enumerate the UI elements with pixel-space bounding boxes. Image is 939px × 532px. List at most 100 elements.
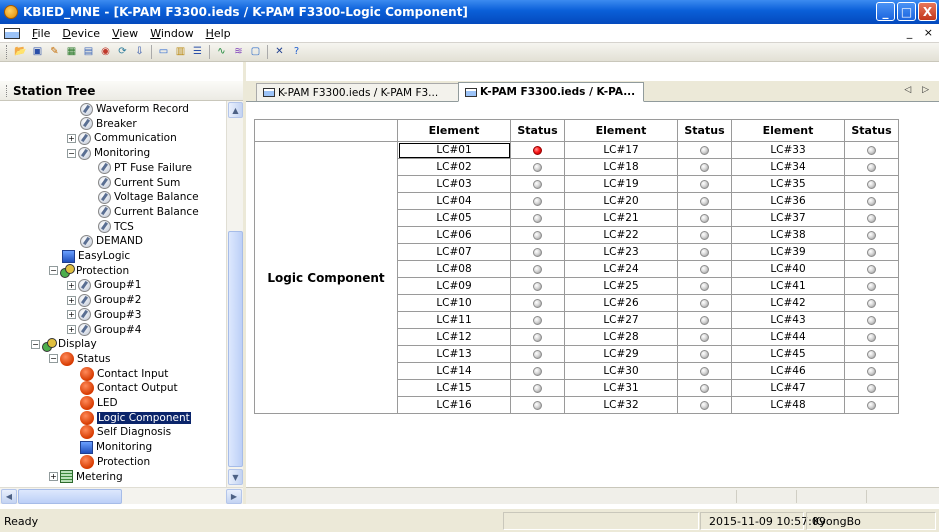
scroll-left-icon[interactable]: ◀ — [1, 489, 17, 504]
element-cell[interactable]: LC#40 — [731, 260, 845, 278]
tree-item[interactable]: Current Sum — [98, 176, 180, 190]
element-cell[interactable]: LC#08 — [397, 260, 511, 278]
tree-item[interactable]: Contact Output — [80, 381, 178, 396]
tree-item[interactable]: Logic Component — [80, 410, 191, 425]
connect-icon[interactable]: ◉ — [98, 45, 113, 60]
tree-item[interactable]: Breaker — [80, 117, 137, 131]
hscroll-thumb[interactable] — [18, 489, 122, 504]
settings-icon[interactable]: ▤ — [81, 45, 96, 60]
element-cell[interactable]: LC#29 — [564, 345, 678, 363]
minimize-button[interactable]: _ — [876, 2, 895, 21]
edit-icon[interactable]: ✎ — [47, 45, 62, 60]
menu-help[interactable]: Help — [200, 27, 237, 40]
element-cell[interactable]: LC#24 — [564, 260, 678, 278]
element-cell[interactable]: LC#19 — [564, 175, 678, 193]
tree-item[interactable]: DEMAND — [80, 234, 143, 248]
expand-icon[interactable]: + — [67, 133, 76, 143]
menu-device[interactable]: Device — [56, 27, 106, 40]
scroll-thumb[interactable] — [228, 231, 243, 467]
element-cell[interactable]: LC#26 — [564, 294, 678, 312]
collapse-icon[interactable]: − — [49, 354, 58, 364]
tab-scroll-arrows-icon[interactable]: ◁ ▷ — [904, 85, 933, 95]
tree-item[interactable]: Protection — [80, 454, 150, 469]
tree-item[interactable]: Current Balance — [98, 205, 199, 219]
maximize-button[interactable]: □ — [897, 2, 916, 21]
wave-icon[interactable]: ∿ — [214, 45, 229, 60]
element-cell[interactable]: LC#20 — [564, 192, 678, 210]
refresh-icon[interactable]: ⟳ — [115, 45, 130, 60]
element-cell[interactable]: LC#33 — [731, 141, 845, 159]
element-cell[interactable]: LC#39 — [731, 243, 845, 261]
open-folder-icon[interactable]: 📂 — [13, 45, 28, 60]
tree-item[interactable]: − Monitoring — [67, 146, 150, 160]
element-cell[interactable]: LC#16 — [397, 396, 511, 414]
element-cell[interactable]: LC#34 — [731, 158, 845, 176]
element-cell[interactable]: LC#44 — [731, 328, 845, 346]
tree-item[interactable]: Self Diagnosis — [80, 425, 171, 440]
element-cell[interactable]: LC#02 — [397, 158, 511, 176]
element-cell[interactable]: LC#31 — [564, 379, 678, 397]
element-cell[interactable]: LC#42 — [731, 294, 845, 312]
element-cell[interactable]: LC#03 — [397, 175, 511, 193]
tree-item[interactable]: TCS — [98, 220, 134, 234]
scroll-up-icon[interactable]: ▲ — [228, 102, 243, 118]
tree-item[interactable]: Voltage Balance — [98, 190, 199, 204]
tree-item[interactable]: − Display — [31, 337, 97, 352]
tree-item[interactable]: + Group#4 — [67, 323, 141, 337]
element-cell[interactable]: LC#32 — [564, 396, 678, 414]
scroll-right-icon[interactable]: ▶ — [226, 489, 242, 504]
element-cell[interactable]: LC#41 — [731, 277, 845, 295]
element-cell[interactable]: LC#10 — [397, 294, 511, 312]
element-cell[interactable]: LC#06 — [397, 226, 511, 244]
help-icon[interactable]: ? — [289, 45, 304, 60]
tree-item[interactable]: + Group#1 — [67, 278, 141, 292]
waveform-icon[interactable]: ≋ — [231, 45, 246, 60]
element-cell[interactable]: LC#22 — [564, 226, 678, 244]
tree-item[interactable]: − Protection — [49, 264, 129, 279]
element-cell[interactable]: LC#13 — [397, 345, 511, 363]
element-cell[interactable]: LC#48 — [731, 396, 845, 414]
element-cell[interactable]: LC#12 — [397, 328, 511, 346]
tab-logic-component[interactable]: K-PAM F3300.ieds / K-PA... — [458, 82, 644, 102]
collapse-icon[interactable]: − — [49, 266, 58, 276]
collapse-icon[interactable]: − — [31, 339, 40, 349]
element-cell[interactable]: LC#11 — [397, 311, 511, 329]
element-cell[interactable]: LC#04 — [397, 192, 511, 210]
device-icon[interactable]: ▦ — [64, 45, 79, 60]
tree-vertical-scrollbar[interactable]: ▲ ▼ — [226, 101, 243, 487]
monitor-icon[interactable]: ▭ — [156, 45, 171, 60]
element-cell[interactable]: LC#43 — [731, 311, 845, 329]
close-x-icon[interactable]: ✕ — [272, 45, 287, 60]
save-icon[interactable]: ▣ — [30, 45, 45, 60]
element-cell[interactable]: LC#37 — [731, 209, 845, 227]
list-icon[interactable]: ☰ — [190, 45, 205, 60]
expand-icon[interactable]: + — [67, 295, 76, 305]
expand-icon[interactable]: + — [67, 280, 76, 290]
window-icon[interactable]: ▢ — [248, 45, 263, 60]
tab-device-1[interactable]: K-PAM F3300.ieds / K-PAM F3... — [256, 83, 462, 101]
element-cell[interactable]: LC#01 — [397, 141, 511, 159]
element-cell[interactable]: LC#23 — [564, 243, 678, 261]
tree-item[interactable]: LED — [80, 396, 118, 410]
element-cell[interactable]: LC#15 — [397, 379, 511, 397]
tree-item[interactable]: Contact Input — [80, 366, 168, 381]
tree-item[interactable]: + Metering — [49, 470, 123, 484]
menu-file[interactable]: File — [26, 27, 56, 40]
element-cell[interactable]: LC#35 — [731, 175, 845, 193]
download-icon[interactable]: ⇩ — [132, 45, 147, 60]
element-cell[interactable]: LC#47 — [731, 379, 845, 397]
element-cell[interactable]: LC#05 — [397, 209, 511, 227]
tree-item[interactable]: + Group#3 — [67, 308, 141, 322]
close-button[interactable]: X — [918, 2, 937, 21]
element-cell[interactable]: LC#25 — [564, 277, 678, 295]
element-cell[interactable]: LC#38 — [731, 226, 845, 244]
element-cell[interactable]: LC#45 — [731, 345, 845, 363]
grid-icon[interactable]: ▥ — [173, 45, 188, 60]
menu-window[interactable]: Window — [144, 27, 199, 40]
element-cell[interactable]: LC#07 — [397, 243, 511, 261]
collapse-icon[interactable]: − — [67, 148, 76, 158]
element-cell[interactable]: LC#36 — [731, 192, 845, 210]
mdi-controls[interactable]: _ × — [907, 26, 937, 39]
menu-view[interactable]: View — [106, 27, 144, 40]
tree-item[interactable]: + Communication — [67, 131, 177, 145]
